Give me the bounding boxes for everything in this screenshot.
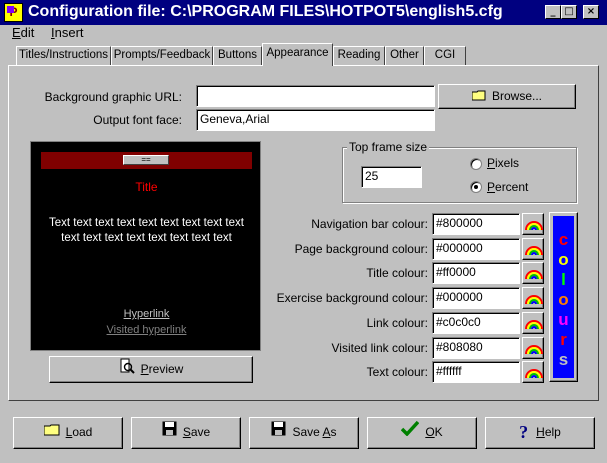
font-face-label: Output font face: — [93, 113, 182, 127]
colours-letter: u — [558, 310, 569, 329]
percent-label: Percent — [487, 180, 529, 194]
text-colour-input[interactable]: #ffffff — [432, 361, 520, 384]
exercise-bg-colour-label: Exercise background colour: — [276, 291, 428, 306]
tab-appearance[interactable]: Appearance — [262, 43, 333, 66]
save-as-icon — [271, 418, 286, 447]
preview-body-text: Text text text text text text text text … — [49, 217, 244, 244]
link-colour-picker-button[interactable] — [522, 311, 544, 334]
colours-letter: o — [558, 290, 569, 309]
folder-icon — [43, 418, 60, 447]
save-button[interactable]: Save — [131, 417, 241, 449]
floppy-icon — [162, 418, 177, 447]
colours-button-face: colours — [553, 216, 574, 378]
page-bg-colour-label: Page background colour: — [294, 241, 428, 256]
title-colour-input[interactable]: #ff0000 — [432, 262, 520, 285]
browse-button[interactable]: Browse... — [438, 84, 576, 109]
pixels-label: Pixels — [487, 156, 520, 170]
ok-button[interactable]: OK — [367, 417, 477, 449]
preview-nav-button: == — [123, 155, 169, 165]
link-colour-label: Link colour: — [366, 315, 428, 330]
colours-letter: r — [560, 330, 567, 349]
colours-button[interactable]: colours — [549, 212, 578, 382]
preview-pane: == Title Text text text text text text t… — [30, 141, 261, 351]
preview-hyperlink: Hyperlink — [123, 308, 170, 320]
tab-buttons[interactable]: Buttons — [213, 46, 262, 65]
help-button[interactable]: ? Help — [485, 417, 595, 449]
percent-radio-selected-dot — [474, 185, 478, 189]
exercise-bg-colour-input[interactable]: #000000 — [432, 287, 520, 310]
nav-bar-colour-input[interactable]: #800000 — [432, 213, 520, 235]
font-face-input[interactable]: Geneva,Arial — [196, 109, 435, 131]
minimize-button[interactable]: _ — [545, 5, 561, 19]
exercise-bg-colour-picker-button[interactable] — [522, 287, 544, 310]
preview-button[interactable]: Preview — [49, 356, 253, 383]
tab-cgi[interactable]: CGI — [424, 46, 466, 65]
close-button[interactable]: × — [583, 5, 599, 19]
percent-radio[interactable] — [470, 181, 482, 193]
preview-nav-bar: == — [41, 152, 252, 169]
help-icon: ? — [519, 422, 529, 443]
maximize-button[interactable]: □ — [561, 5, 577, 19]
page-bg-colour-input[interactable]: #000000 — [432, 237, 520, 260]
title-colour-picker-button[interactable] — [522, 262, 544, 285]
nav-bar-colour-picker-button[interactable] — [522, 213, 544, 235]
text-colour-label: Text colour: — [366, 365, 428, 380]
link-colour-input[interactable]: #c0c0c0 — [432, 311, 520, 334]
menu-edit[interactable]: Edit — [12, 25, 34, 41]
load-button[interactable]: Load — [13, 417, 123, 449]
colours-letter: o — [558, 250, 569, 269]
tab-prompts-feedback[interactable]: Prompts/Feedback — [111, 46, 213, 65]
menu-insert[interactable]: Insert — [51, 25, 84, 41]
preview-visited-hyperlink: Visited hyperlink — [106, 324, 187, 336]
title-colour-label: Title colour: — [366, 266, 428, 281]
checkmark-icon — [401, 418, 420, 447]
window-title: Configuration file: C:\PROGRAM FILES\HOT… — [28, 3, 503, 20]
frame-size-input[interactable]: 25 — [361, 166, 422, 188]
tab-reading[interactable]: Reading — [333, 46, 385, 65]
bg-graphic-url-input[interactable] — [196, 85, 435, 107]
save-as-button[interactable]: Save As — [249, 417, 359, 449]
colours-letter: l — [561, 270, 566, 289]
app-icon[interactable]: P — [4, 3, 23, 22]
page-bg-colour-picker-button[interactable] — [522, 237, 544, 260]
visited-link-colour-picker-button[interactable] — [522, 336, 544, 359]
browse-label: Browse... — [491, 89, 542, 103]
colours-letter: s — [558, 350, 569, 369]
tab-other[interactable]: Other — [385, 46, 424, 65]
nav-bar-colour-label: Navigation bar colour: — [311, 217, 428, 231]
top-frame-size-legend: Top frame size — [347, 140, 430, 154]
bg-graphic-label: Background graphic URL: — [44, 90, 182, 104]
tab-titles-instructions[interactable]: Titles/Instructions — [16, 46, 111, 65]
visited-link-colour-input[interactable]: #808080 — [432, 336, 520, 359]
magnifier-page-icon — [119, 358, 135, 382]
text-colour-picker-button[interactable] — [522, 361, 544, 384]
preview-title: Title — [135, 180, 158, 194]
folder-icon — [471, 86, 486, 108]
colours-letter: c — [558, 230, 569, 249]
visited-link-colour-label: Visited link colour: — [331, 340, 429, 355]
pixels-radio[interactable] — [470, 158, 482, 170]
